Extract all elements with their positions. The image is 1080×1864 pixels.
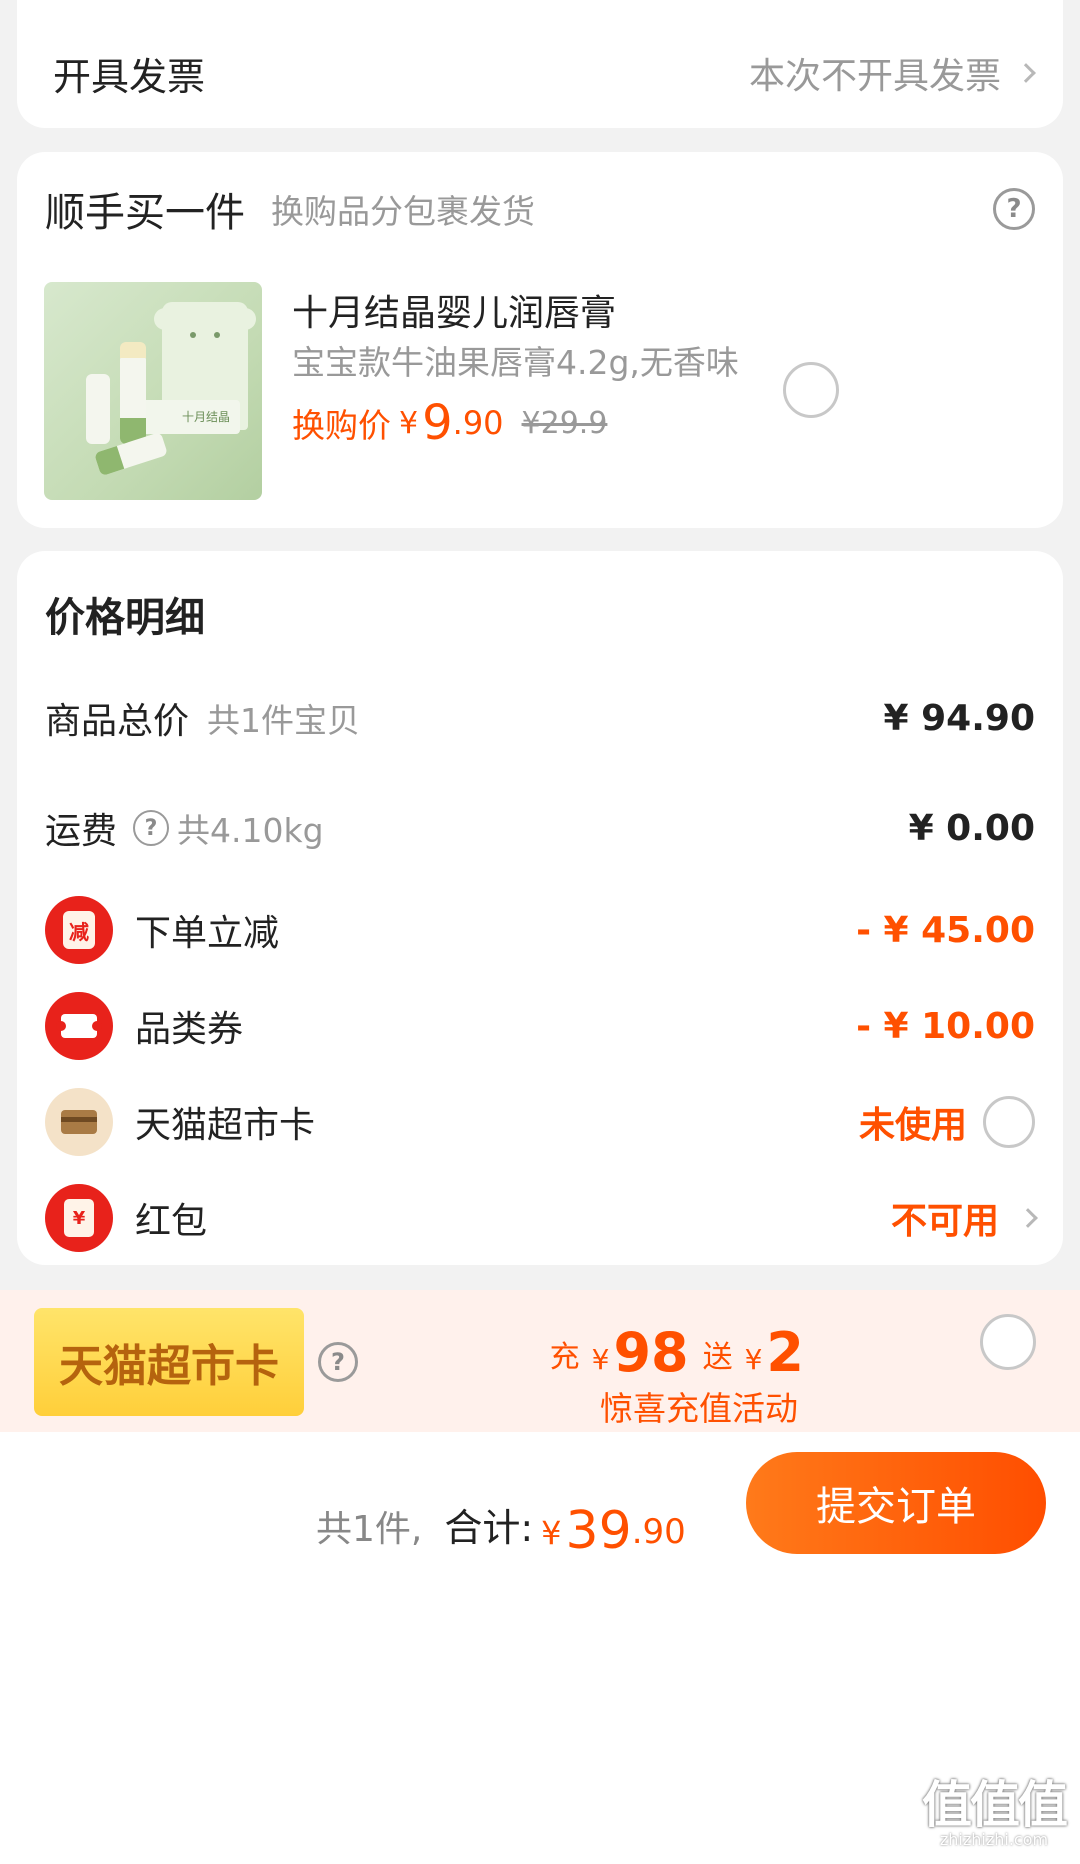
addon-select-radio[interactable] (783, 362, 839, 418)
total-label: 商品总价 (45, 701, 190, 742)
price-detail-title: 价格明细 (45, 595, 205, 641)
gift-prefix: 送 (702, 1340, 733, 1375)
shipping-help-icon[interactable]: ? (133, 810, 170, 846)
chevron-right-icon (1018, 1208, 1038, 1228)
price-detail-card: 价格明细 商品总价 共1件宝贝 ¥ 94.90 运费 ? 共4.10kg ¥ 0… (17, 551, 1063, 1265)
addon-title: 顺手买一件 (45, 190, 245, 236)
promo-badge[interactable]: 天猫超市卡 (34, 1308, 304, 1416)
product-brand-mark: 十月结晶 (182, 410, 231, 424)
charge-prefix: 充 (549, 1340, 580, 1375)
product-spec: 宝宝款牛油果唇膏4.2g,无香味 (292, 343, 739, 382)
shipping-label: 运费 (45, 811, 118, 852)
footer-total-integer: 39 (565, 1500, 632, 1561)
shipping-value: ¥ 0.00 (908, 807, 1035, 849)
invoice-card[interactable]: 开具发票 本次不开具发票 (17, 0, 1063, 128)
price-integer: 9 (422, 395, 453, 451)
supermarket-card-label: 天猫超市卡 (135, 1105, 316, 1146)
watermark: 值值值 zhizhizhi.com (922, 1776, 1068, 1849)
gift-currency: ¥ (744, 1343, 763, 1376)
total-value: ¥ 94.90 (883, 697, 1035, 739)
exchange-price-label: 换购价 (292, 406, 391, 445)
coupon-icon (45, 992, 113, 1060)
promo-help-icon[interactable]: ? (318, 1342, 358, 1382)
card-icon (45, 1088, 113, 1156)
discount-value: - ¥ 45.00 (856, 909, 1035, 951)
charge-currency: ¥ (591, 1343, 610, 1376)
price-currency: ¥ (399, 405, 419, 441)
red-packet-value: 不可用 (890, 1201, 999, 1242)
discount-label: 下单立减 (135, 913, 280, 954)
watermark-url: zhizhizhi.com (939, 1830, 1049, 1849)
help-icon[interactable]: ? (993, 188, 1035, 230)
supermarket-card-radio[interactable] (983, 1096, 1035, 1148)
charge-amount: 98 (613, 1321, 689, 1384)
total-note: 共1件宝贝 (207, 701, 361, 740)
footer-bar: 共1件, 合计: ¥ 39 .90 提交订单 (0, 1432, 1080, 1864)
coupon-label: 品类券 (135, 1009, 244, 1050)
promo-activity: 惊喜充值活动 (600, 1389, 798, 1428)
footer-total-decimal: .90 (631, 1512, 686, 1552)
shipping-note: 共4.10kg (177, 811, 324, 850)
original-price: ¥29.9 (521, 405, 608, 441)
discount-icon: 减 (45, 896, 113, 964)
promo-radio[interactable] (980, 1314, 1036, 1370)
red-packet-row[interactable]: ¥ 红包 不可用 (45, 1183, 1038, 1253)
invoice-label: 开具发票 (53, 54, 206, 99)
chevron-right-icon (1016, 63, 1036, 83)
product-image[interactable]: 十月结晶 (44, 282, 262, 500)
lipstick-1 (120, 342, 146, 444)
red-packet-icon: ¥ (45, 1184, 113, 1252)
invoice-value: 本次不开具发票 (748, 56, 1001, 97)
addon-card: 顺手买一件 换购品分包裹发货 ? 十月结晶 十月结晶婴儿润唇膏 宝宝款牛油果唇膏… (17, 152, 1063, 528)
watermark-logo: 值值值 (922, 1776, 1068, 1834)
submit-order-button[interactable]: 提交订单 (746, 1452, 1046, 1554)
addon-subtitle: 换购品分包裹发货 (271, 192, 535, 231)
gift-amount: 2 (766, 1321, 804, 1384)
product-name: 十月结晶婴儿润唇膏 (292, 293, 617, 334)
supermarket-card-value: 未使用 (858, 1105, 967, 1146)
promo-bar: 天猫超市卡 ? 充 ¥ 98 送 ¥ 2 惊喜充值活动 (0, 1290, 1080, 1432)
coupon-value: - ¥ 10.00 (856, 1005, 1035, 1047)
footer-total-label: 合计: (444, 1506, 534, 1550)
lipstick-2 (86, 374, 110, 444)
red-packet-label: 红包 (135, 1201, 208, 1242)
footer-currency: ¥ (541, 1514, 562, 1552)
footer-count: 共1件, (316, 1509, 423, 1550)
price-decimal: .90 (452, 404, 504, 442)
